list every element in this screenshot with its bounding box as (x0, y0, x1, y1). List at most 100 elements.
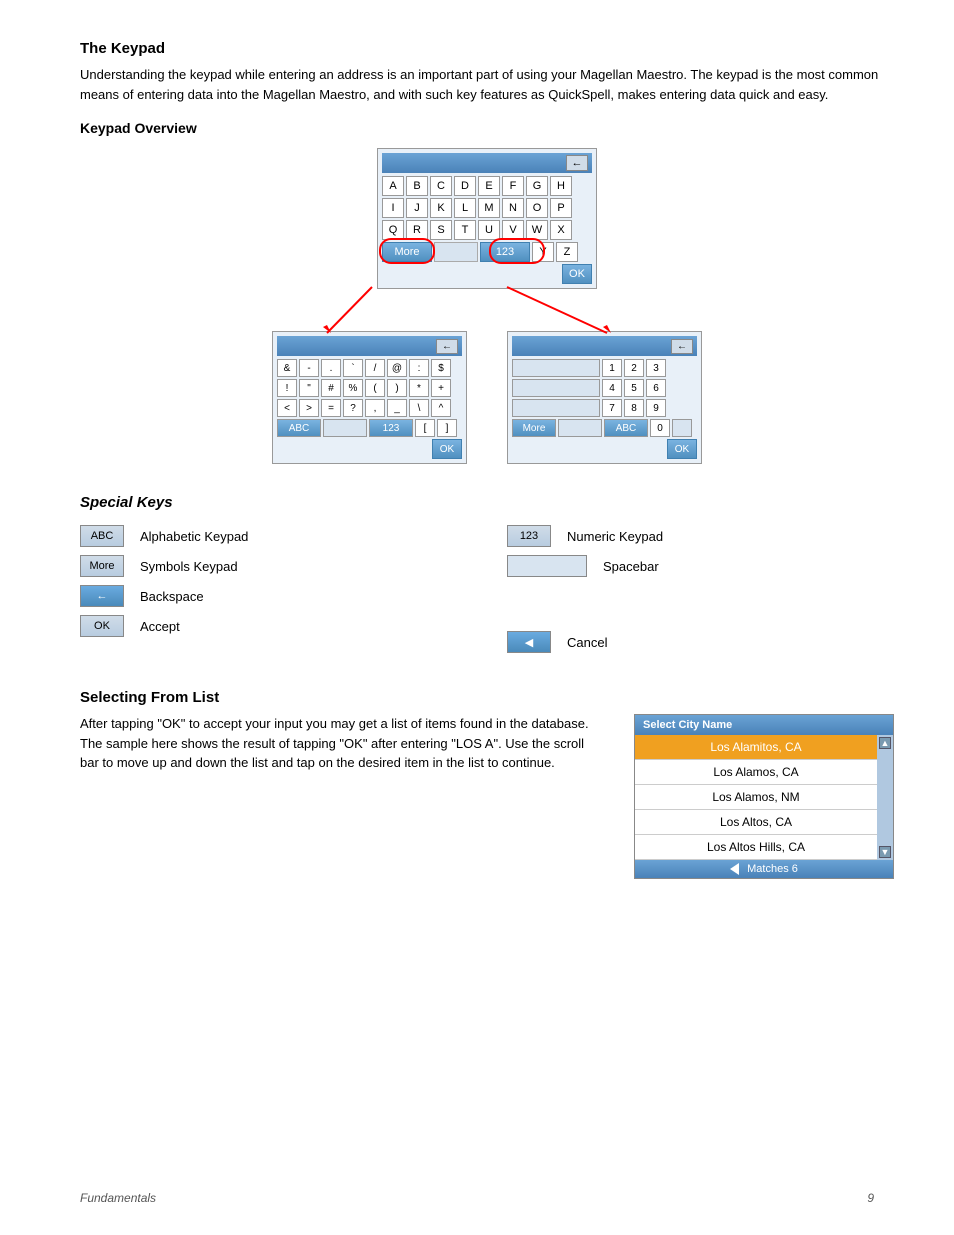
num-6[interactable]: 6 (646, 379, 666, 397)
sym-pct[interactable]: % (343, 379, 363, 397)
key-O[interactable]: O (526, 198, 548, 218)
sym-abc[interactable]: ABC (277, 419, 321, 437)
sk-btn-cancel[interactable]: ◀ (507, 631, 551, 653)
num-8[interactable]: 8 (624, 399, 644, 417)
sym-backslash[interactable]: \ (409, 399, 429, 417)
sym-dollar[interactable]: $ (431, 359, 451, 377)
keypad-ok-row: OK (382, 264, 592, 284)
sk-row-empty (507, 585, 894, 623)
sym-caret[interactable]: ^ (431, 399, 451, 417)
sym-comma[interactable]: , (365, 399, 385, 417)
num-blank2 (512, 379, 600, 397)
sym-dquote[interactable]: " (299, 379, 319, 397)
key-K[interactable]: K (430, 198, 452, 218)
sym-excl[interactable]: ! (277, 379, 297, 397)
sym-amp[interactable]: & (277, 359, 297, 377)
sym-backtick[interactable]: ` (343, 359, 363, 377)
num-5[interactable]: 5 (624, 379, 644, 397)
sym-at[interactable]: @ (387, 359, 407, 377)
sym-ok-row: OK (277, 439, 462, 459)
backspace-key-main[interactable]: ← (566, 155, 588, 171)
symbol-keypad: ← & - . ` / @ : $ ! " # % ( ) * + (272, 331, 467, 464)
sym-underscore[interactable]: _ (387, 399, 407, 417)
num-0[interactable]: 0 (650, 419, 670, 437)
list-item-3[interactable]: Los Altos, CA (635, 810, 877, 835)
key-123-main[interactable]: 123 (480, 242, 530, 262)
key-X[interactable]: X (550, 220, 572, 240)
key-W[interactable]: W (526, 220, 548, 240)
sym-hash[interactable]: # (321, 379, 341, 397)
sk-btn-backspace[interactable]: ← (80, 585, 124, 607)
sym-ok[interactable]: OK (432, 439, 462, 459)
list-item-1[interactable]: Los Alamos, CA (635, 760, 877, 785)
backspace-key-symbol[interactable]: ← (436, 339, 458, 354)
list-item-2[interactable]: Los Alamos, NM (635, 785, 877, 810)
sk-btn-abc[interactable]: ABC (80, 525, 124, 547)
sym-lparen[interactable]: ( (365, 379, 385, 397)
num-1[interactable]: 1 (602, 359, 622, 377)
footer-back-arrow[interactable] (730, 863, 739, 875)
key-F[interactable]: F (502, 176, 524, 196)
sym-plus[interactable]: + (431, 379, 451, 397)
num-2[interactable]: 2 (624, 359, 644, 377)
key-U[interactable]: U (478, 220, 500, 240)
num-more[interactable]: More (512, 419, 556, 437)
sk-btn-more[interactable]: More (80, 555, 124, 577)
sym-123[interactable]: 123 (369, 419, 413, 437)
sym-rbracket[interactable]: ] (437, 419, 457, 437)
num-3[interactable]: 3 (646, 359, 666, 377)
sym-qmark[interactable]: ? (343, 399, 363, 417)
sk-row-abc: ABC Alphabetic Keypad (80, 525, 467, 547)
list-header: Select City Name (635, 715, 893, 735)
key-P[interactable]: P (550, 198, 572, 218)
key-L[interactable]: L (454, 198, 476, 218)
key-C[interactable]: C (430, 176, 452, 196)
sym-lt[interactable]: < (277, 399, 297, 417)
key-S[interactable]: S (430, 220, 452, 240)
num-7[interactable]: 7 (602, 399, 622, 417)
key-R[interactable]: R (406, 220, 428, 240)
sk-btn-spacebar[interactable] (507, 555, 587, 577)
sym-gt[interactable]: > (299, 399, 319, 417)
key-B[interactable]: B (406, 176, 428, 196)
sym-lbracket[interactable]: [ (415, 419, 435, 437)
key-T[interactable]: T (454, 220, 476, 240)
num-abc[interactable]: ABC (604, 419, 648, 437)
sym-eq[interactable]: = (321, 399, 341, 417)
sk-btn-ok[interactable]: OK (80, 615, 124, 637)
list-footer: Matches 6 (635, 860, 893, 878)
key-Y[interactable]: Y (532, 242, 554, 262)
backspace-key-num[interactable]: ← (671, 339, 693, 354)
num-ok[interactable]: OK (667, 439, 697, 459)
key-H[interactable]: H (550, 176, 572, 196)
keypad-row-4: More 123 Y Z (382, 242, 592, 262)
key-Z[interactable]: Z (556, 242, 578, 262)
key-Q[interactable]: Q (382, 220, 404, 240)
key-E[interactable]: E (478, 176, 500, 196)
num-4[interactable]: 4 (602, 379, 622, 397)
scrollbar[interactable]: ▲ ▼ (877, 735, 893, 860)
key-G[interactable]: G (526, 176, 548, 196)
sym-dash[interactable]: - (299, 359, 319, 377)
num-9[interactable]: 9 (646, 399, 666, 417)
key-ok-main[interactable]: OK (562, 264, 592, 284)
list-item-0[interactable]: Los Alamitos, CA (635, 735, 877, 760)
sym-slash[interactable]: / (365, 359, 385, 377)
footer-left: Fundamentals (80, 1191, 156, 1205)
select-body-text: After tapping "OK" to accept your input … (80, 714, 594, 879)
key-D[interactable]: D (454, 176, 476, 196)
key-N[interactable]: N (502, 198, 524, 218)
symbol-keypad-header: ← (277, 336, 462, 356)
sym-rparen[interactable]: ) (387, 379, 407, 397)
key-I[interactable]: I (382, 198, 404, 218)
key-more-main[interactable]: More (382, 242, 432, 262)
key-M[interactable]: M (478, 198, 500, 218)
sym-star[interactable]: * (409, 379, 429, 397)
list-item-4[interactable]: Los Altos Hills, CA (635, 835, 877, 860)
key-J[interactable]: J (406, 198, 428, 218)
sym-colon[interactable]: : (409, 359, 429, 377)
sym-dot[interactable]: . (321, 359, 341, 377)
key-A[interactable]: A (382, 176, 404, 196)
key-V[interactable]: V (502, 220, 524, 240)
sk-btn-123[interactable]: 123 (507, 525, 551, 547)
